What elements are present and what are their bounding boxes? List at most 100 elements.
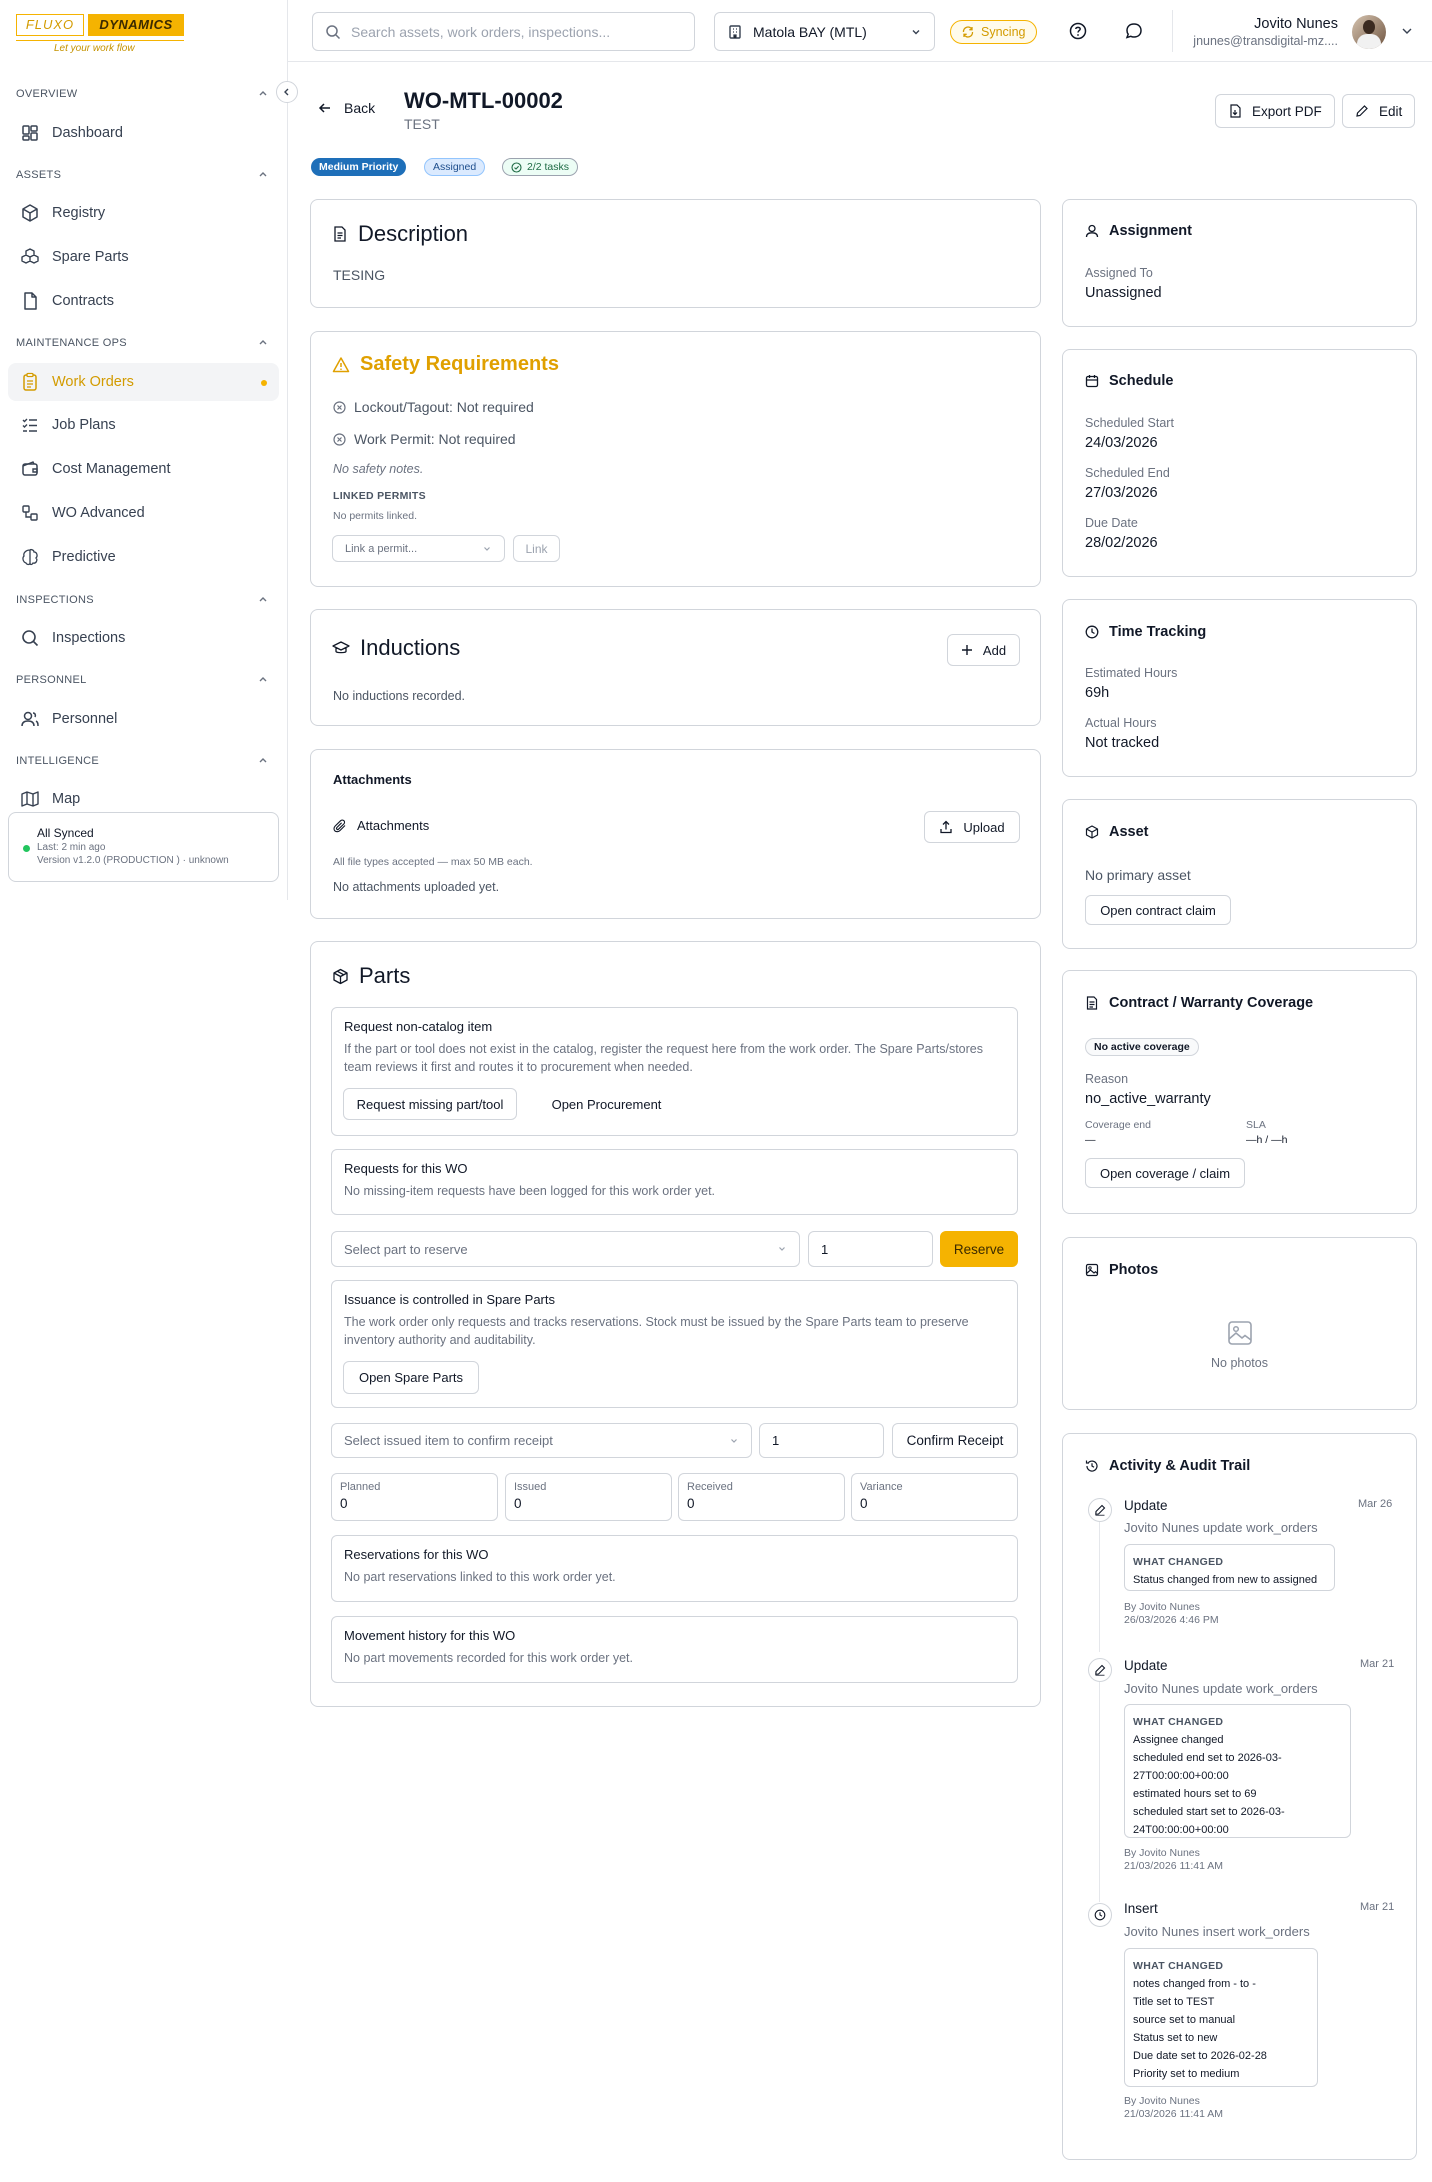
assigned-to-value: Unassigned [1085,285,1162,301]
sidebar-item-registry[interactable]: Registry [8,194,279,232]
sidebar-item-label: Work Orders [52,374,134,390]
activity-title: Activity & Audit Trail [1109,1458,1251,1474]
global-search[interactable] [312,12,695,51]
image-icon [1085,1263,1099,1277]
sidebar-item-inspections[interactable]: Inspections [8,619,279,657]
activity-author: By Jovito Nunes [1124,1601,1200,1613]
chevron-up-icon[interactable] [258,594,268,604]
brand-word-1: FLUXO [16,14,84,36]
sidebar-item-label: Personnel [52,711,118,727]
request-missing-part-button[interactable]: Request missing part/tool [343,1088,517,1120]
attachments-card: Attachments Attachments Upload All file … [310,749,1041,919]
chevron-up-icon[interactable] [258,169,268,179]
chevron-up-icon[interactable] [258,755,268,765]
sidebar-item-label: Predictive [52,549,116,565]
sidebar-item-wo-advanced[interactable]: WO Advanced [8,494,279,532]
sidebar-item-contracts[interactable]: Contracts [8,282,279,320]
sync-indicator[interactable]: Syncing [950,20,1038,44]
chevron-down-icon [912,29,920,34]
warning-icon [332,356,350,372]
safety-card: Safety Requirements Lockout/Tagout: Not … [310,331,1041,587]
change-line: Status changed from new to assigned [1133,1574,1318,1586]
sidebar-item-job-plans[interactable]: Job Plans [8,406,279,444]
activity-author: By Jovito Nunes [1124,2095,1200,2107]
reservations-empty: No part reservations linked to this work… [344,1570,616,1584]
sla-value: —h / —h [1246,1134,1288,1146]
file-icon [24,292,37,310]
add-induction-button[interactable]: Add [947,634,1020,666]
search-input[interactable] [351,23,671,40]
description-card: Description TESING [310,199,1041,308]
dashboard-icon [22,125,38,141]
movement-title: Movement history for this WO [344,1628,516,1643]
coverage-badge: No active coverage [1085,1038,1199,1056]
metric-value: 0 [687,1496,695,1511]
scheduled-start-label: Scheduled Start [1085,416,1174,430]
parts-header: Parts [332,963,410,989]
collapse-sidebar-button[interactable] [276,81,298,103]
site-selector[interactable]: Matola BAY (MTL) [714,12,935,51]
refresh-icon [962,26,974,38]
confirm-receipt-button[interactable]: Confirm Receipt [892,1423,1018,1458]
page-title: WO-MTL-00002 [404,88,563,113]
assignment-card: Assignment Assigned To Unassigned [1062,199,1417,327]
top-bar: Matola BAY (MTL) Syncing Jovito Nunes jn… [288,0,1432,62]
metric-variance: Variance 0 [851,1473,1018,1521]
open-coverage-claim-button[interactable]: Open coverage / claim [1085,1158,1245,1188]
movement-empty: No part movements recorded for this work… [344,1651,634,1665]
page-subtitle: TEST [404,116,440,132]
link-permit-button[interactable]: Link [513,535,560,562]
search-icon [326,24,341,39]
chevron-up-icon[interactable] [258,674,268,684]
reserve-button[interactable]: Reserve [940,1231,1018,1267]
reserve-quantity-input[interactable]: 1 [808,1231,933,1267]
sidebar-item-label: Inspections [52,630,126,646]
permit-select[interactable]: Link a permit... [332,535,505,562]
activity-description: Jovito Nunes insert work_orders [1124,1924,1310,1939]
open-procurement-button[interactable]: Open Procurement [528,1088,685,1120]
estimated-hours-value: 69h [1085,685,1110,701]
receipt-quantity-input[interactable]: 1 [759,1423,884,1458]
section-assets: ASSETS [16,169,62,181]
chevron-up-icon[interactable] [258,337,268,347]
sidebar-item-work-orders[interactable]: Work Orders [8,363,279,401]
chat-icon[interactable] [1124,21,1144,41]
map-icon [21,791,39,807]
metric-label: Variance [860,1481,903,1493]
upload-button[interactable]: Upload [924,811,1020,843]
user-email: jnunes@transdigital-mz.... [1193,34,1338,48]
sidebar-item-personnel[interactable]: Personnel [8,700,279,738]
chevron-up-icon[interactable] [258,88,268,98]
activity-author: By Jovito Nunes [1124,1847,1200,1859]
chevron-down-icon[interactable] [1400,24,1414,38]
help-icon[interactable] [1068,21,1088,41]
actual-hours-label: Actual Hours [1085,716,1157,730]
sidebar-item-spare-parts[interactable]: Spare Parts [8,238,279,276]
due-date-label: Due Date [1085,516,1138,530]
boxes-icon [21,248,39,264]
back-button[interactable]: Back [318,100,375,116]
avatar[interactable] [1352,15,1386,49]
change-line: Due date set to 2026-02-28 [1133,2050,1267,2062]
change-line: scheduled end set to 2026-03- [1133,1752,1282,1764]
open-contract-claim-button[interactable]: Open contract claim [1085,895,1231,925]
change-line: source set to manual [1133,2014,1236,2026]
receipt-item-select[interactable]: Select issued item to confirm receipt [331,1423,752,1458]
sidebar-item-cost-management[interactable]: Cost Management [8,450,279,488]
user-name[interactable]: Jovito Nunes [1254,16,1338,32]
export-pdf-button[interactable]: Export PDF [1215,94,1335,128]
time-tracking-card: Time Tracking Estimated Hours 69h Actual… [1062,599,1417,777]
sync-status-card[interactable]: All Synced Last: 2 min ago Version v1.2.… [8,812,279,882]
sidebar-item-dashboard[interactable]: Dashboard [8,114,279,152]
reserve-part-select[interactable]: Select part to reserve [331,1231,800,1267]
sidebar-item-predictive[interactable]: Predictive [8,538,279,576]
paperclip-icon [333,818,346,832]
pencil-icon [1356,105,1368,117]
open-spare-parts-button[interactable]: Open Spare Parts [343,1361,479,1394]
coverage-end-value: — [1085,1134,1096,1146]
photos-card: Photos No photos [1062,1237,1417,1410]
brand-logo[interactable]: FLUXO DYNAMICS Let your work flow [16,14,186,54]
edit-button[interactable]: Edit [1342,94,1416,128]
upload-label: Upload [963,819,1005,835]
sync-title: All Synced [37,826,94,840]
